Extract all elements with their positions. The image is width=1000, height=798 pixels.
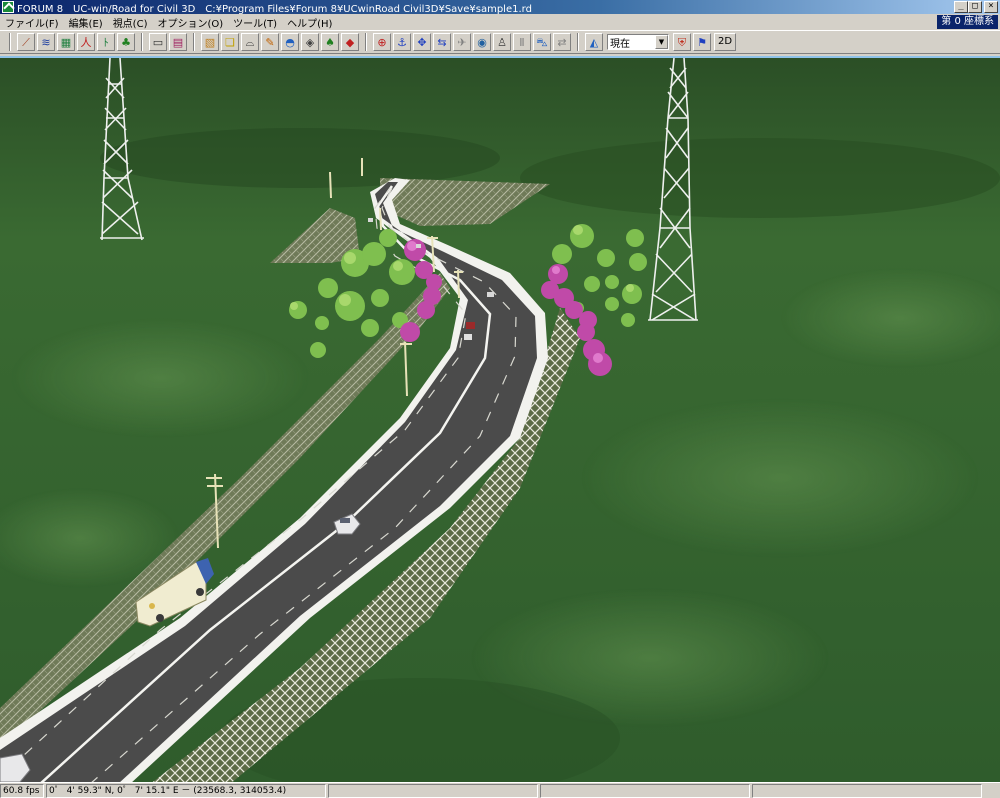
menu-options[interactable]: オプション(O) <box>152 15 228 30</box>
book-icon[interactable]: ▤ <box>169 33 187 51</box>
signal-icon[interactable]: ◈ <box>301 33 319 51</box>
anchor-icon[interactable]: ⚓ <box>393 33 411 51</box>
cross-section-icon[interactable]: ≋ <box>37 33 55 51</box>
grid-icon[interactable]: ▦ <box>57 33 75 51</box>
texture-icon[interactable]: ▧ <box>201 33 219 51</box>
chevron-down-icon[interactable]: ▼ <box>655 35 668 49</box>
road-icon[interactable]: ⌓ <box>241 33 259 51</box>
scene-svg <box>0 58 1000 782</box>
window-title: FORUM 8 UC-win/Road for Civil 3D C:¥Prog… <box>17 3 532 15</box>
status-panel-empty-1 <box>328 783 538 798</box>
flag-icon[interactable]: ⚑ <box>693 33 711 51</box>
toolbar-separator <box>365 33 367 51</box>
move-icon[interactable]: ✥ <box>413 33 431 51</box>
menu-file[interactable]: ファイル(F) <box>0 15 64 30</box>
camera-icon[interactable]: ◭ <box>585 33 603 51</box>
mode-2d-button[interactable]: 2D <box>714 33 737 51</box>
view-select-value: 現在 <box>610 38 630 50</box>
app-icon[interactable] <box>2 1 14 13</box>
menu-help[interactable]: ヘルプ(H) <box>282 15 337 30</box>
menu-tools[interactable]: ツール(T) <box>228 15 282 30</box>
export-icon[interactable]: ⇄ <box>553 33 571 51</box>
3d-viewport[interactable] <box>0 56 1000 782</box>
window-controls: _ □ × <box>954 1 998 13</box>
status-panel-empty-3 <box>752 783 982 798</box>
tree-icon[interactable]: ♣ <box>117 33 135 51</box>
car-icon[interactable]: ◓ <box>281 33 299 51</box>
pause-icon[interactable]: Ⅱ <box>513 33 531 51</box>
person-icon[interactable]: ♙ <box>493 33 511 51</box>
walk-icon[interactable]: ﾄ <box>97 33 115 51</box>
target-icon[interactable]: ⊕ <box>373 33 391 51</box>
screenshot-icon[interactable]: ▭ <box>149 33 167 51</box>
minimize-button[interactable]: _ <box>954 1 968 13</box>
toolbar-separator <box>9 33 11 51</box>
direction-icon[interactable]: ⇆ <box>433 33 451 51</box>
fps-indicator: 60.8 fps <box>0 783 44 798</box>
toolbar-separator <box>141 33 143 51</box>
position-indicator: 0゜ 4' 59.3" N, 0゜ 7' 15.1" E － (23568.3,… <box>46 783 326 798</box>
status-bar: 60.8 fps 0゜ 4' 59.3" N, 0゜ 7' 15.1" E － … <box>0 782 1000 798</box>
title-bar: FORUM 8 UC-win/Road for Civil 3D C:¥Prog… <box>0 0 1000 15</box>
flight-icon[interactable]: ✈ <box>453 33 471 51</box>
toolbar-separator <box>577 33 579 51</box>
menu-bar: ファイル(F) 編集(E) 視点(C) オプション(O) ツール(T) ヘルプ(… <box>0 14 1000 30</box>
paint-icon[interactable]: ✎ <box>261 33 279 51</box>
toolbar-separator <box>193 33 195 51</box>
tree-edit-icon[interactable]: ♠ <box>321 33 339 51</box>
traffic-icon[interactable]: ◆ <box>341 33 359 51</box>
vehicle-icon[interactable]: ⛍ <box>533 33 551 51</box>
menu-edit[interactable]: 編集(E) <box>64 15 108 30</box>
close-button[interactable]: × <box>984 1 998 13</box>
menu-view[interactable]: 視点(C) <box>108 15 153 30</box>
globe-icon[interactable]: ◉ <box>473 33 491 51</box>
maximize-button[interactable]: □ <box>968 1 982 13</box>
road-plan-icon[interactable]: ⟋ <box>17 33 35 51</box>
view-select[interactable]: 現在 ▼ <box>607 34 669 50</box>
document-icon[interactable]: ❏ <box>221 33 239 51</box>
toolbar: ⟋ ≋ ▦ 人 ﾄ ♣ ▭ ▤ ▧ ❏ ⌓ ✎ ◓ ◈ ♠ ◆ ⊕ ⚓ ✥ ⇆ … <box>0 30 1000 54</box>
status-panel-empty-2 <box>540 783 750 798</box>
shield-icon[interactable]: ⛨ <box>673 33 691 51</box>
coordinate-system-label: 第 0 座標系 <box>937 15 998 29</box>
pedestrian-icon[interactable]: 人 <box>77 33 95 51</box>
